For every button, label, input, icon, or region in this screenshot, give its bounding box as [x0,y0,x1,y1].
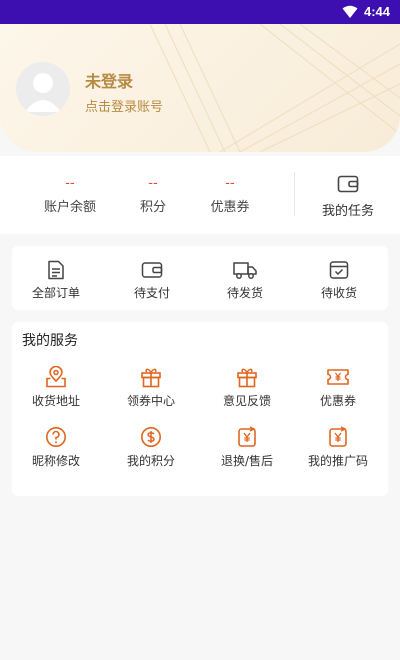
wifi-icon [342,5,358,18]
gift-icon [141,368,161,388]
service-coupon-center[interactable]: 领券中心 [104,366,198,409]
orders-card: 全部订单 待支付 待发货 待收货 [12,246,388,310]
service-label: 优惠券 [319,394,356,408]
stat-value: -- [225,176,235,191]
service-label: 退换/售后 [220,454,274,468]
service-address[interactable]: 收货地址 [9,366,103,409]
inbox-check-icon [329,261,349,279]
service-nickname[interactable]: 昵称修改 [9,426,103,469]
avatar[interactable] [16,62,70,116]
map-pin-icon [46,366,66,388]
service-label: 我的推广码 [307,454,368,468]
gift-icon [237,368,257,388]
order-all[interactable]: 全部订单 [13,260,99,301]
order-label: 待收货 [320,286,357,300]
divider [294,172,295,216]
stat-label: 账户余额 [43,200,96,215]
service-label: 昵称修改 [31,454,80,468]
default-avatar-icon [25,73,61,112]
question-circle-icon [46,427,66,447]
document-icon [48,260,64,280]
service-label: 我的积分 [126,454,175,468]
stat-value: -- [65,176,75,191]
status-bar: 4:44 [0,0,400,24]
clock: 4:44 [363,4,390,19]
service-promo-code[interactable]: 我的推广码 [291,426,385,469]
order-label: 全部订单 [31,286,80,300]
order-label: 待支付 [133,286,170,300]
order-pending-payment[interactable]: 待支付 [109,260,195,301]
stat-balance[interactable]: -- 账户余额 [30,176,110,215]
yen-refresh-icon [238,426,256,447]
services-card: 我的服务 收货地址 领券中心 意见反馈 优惠券 昵称修改 我的积分 退换/售后 … [12,322,388,496]
wallet-icon [337,175,359,193]
coupon-icon [327,369,349,385]
yen-refresh-icon [329,426,347,447]
stat-value: -- [148,176,158,191]
my-tasks-button[interactable]: 我的任务 [312,174,384,219]
truck-icon [233,262,257,279]
service-label: 领券中心 [126,394,175,408]
service-returns[interactable]: 退换/售后 [200,426,294,469]
services-title: 我的服务 [22,333,78,349]
login-status-title[interactable]: 未登录 [85,68,133,92]
stat-label: 优惠券 [210,200,250,215]
login-prompt[interactable]: 点击登录账号 [85,96,163,115]
dollar-circle-icon [141,427,161,447]
service-points[interactable]: 我的积分 [104,426,198,469]
order-pending-shipment[interactable]: 待发货 [202,260,288,301]
stat-coupons[interactable]: -- 优惠券 [190,176,270,215]
task-label: 我的任务 [321,204,374,219]
order-label: 待发货 [226,286,263,300]
service-coupons[interactable]: 优惠券 [291,366,385,409]
service-label: 意见反馈 [222,394,271,408]
stat-points[interactable]: -- 积分 [113,176,193,215]
service-label: 收货地址 [31,394,80,408]
account-stats: -- 账户余额 -- 积分 -- 优惠券 我的任务 [0,156,400,234]
stat-label: 积分 [139,200,166,215]
wallet-icon [141,262,163,278]
order-pending-receipt[interactable]: 待收货 [296,260,382,301]
profile-header[interactable]: 未登录 点击登录账号 [0,24,400,152]
service-feedback[interactable]: 意见反馈 [200,366,294,409]
